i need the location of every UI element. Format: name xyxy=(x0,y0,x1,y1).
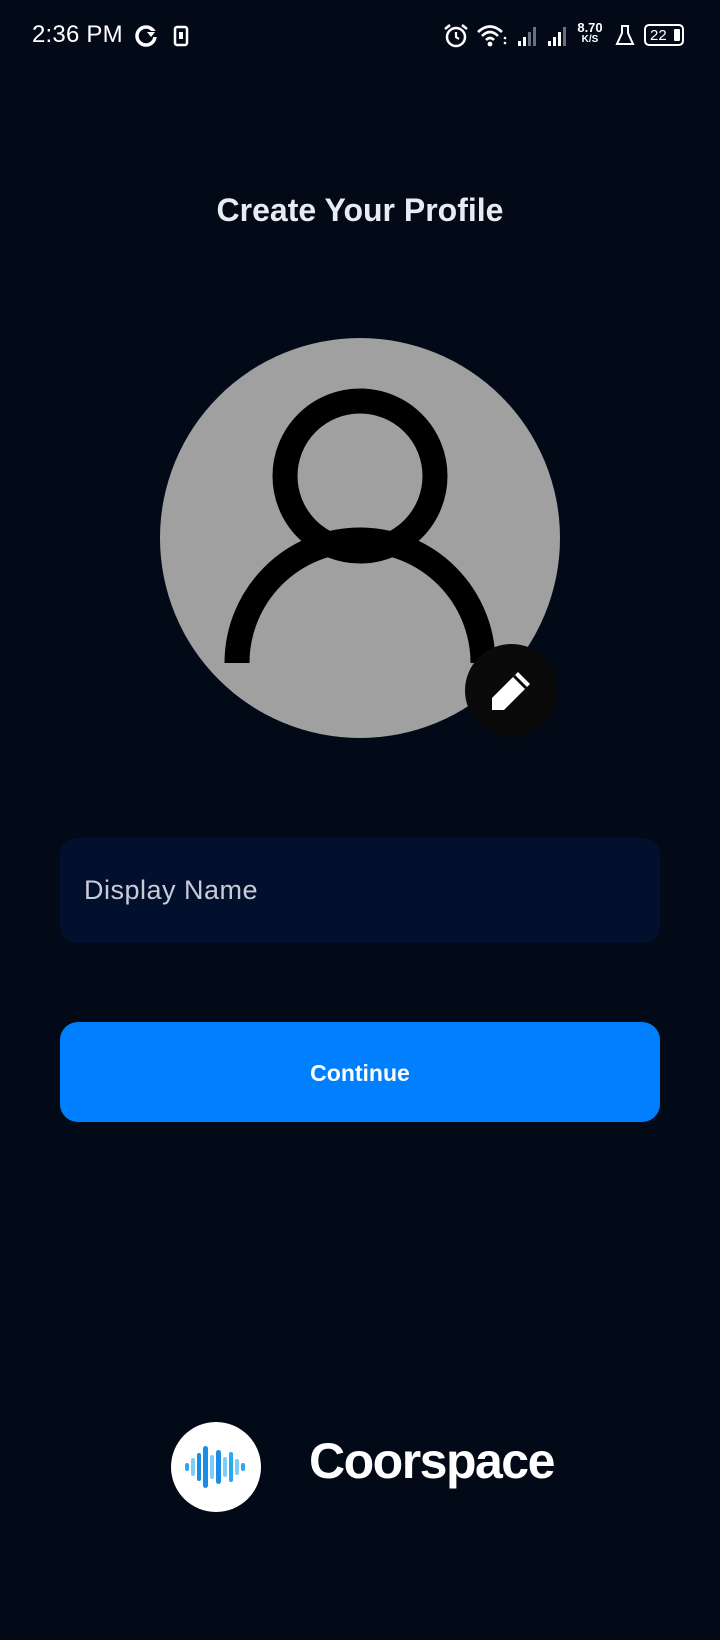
edit-avatar-button[interactable] xyxy=(465,644,558,737)
alarm-icon xyxy=(442,22,470,50)
continue-button[interactable]: Continue xyxy=(60,1022,660,1122)
network-speed-value: 8.70 xyxy=(577,20,603,35)
wifi-icon xyxy=(476,22,508,50)
battery-icon: 22 xyxy=(644,24,684,46)
battery-level: 22 xyxy=(650,27,667,44)
page-title: Create Your Profile xyxy=(216,192,504,228)
display-name-field[interactable] xyxy=(60,838,660,943)
signal-2-icon xyxy=(546,22,570,50)
brand-footer: Coorspace xyxy=(0,1422,720,1514)
sim-card-icon xyxy=(172,22,190,50)
display-name-input[interactable] xyxy=(60,838,660,943)
sound-wave-logo xyxy=(185,1446,245,1488)
brand-logo xyxy=(171,1422,261,1512)
signal-1-icon xyxy=(516,22,540,50)
sync-icon xyxy=(133,22,159,50)
brand-name: Coorspace xyxy=(309,1433,555,1489)
network-speed: 8.70 K/S xyxy=(573,20,607,46)
pencil-icon xyxy=(492,672,530,710)
network-speed-unit: K/S xyxy=(581,34,599,45)
status-time: 2:36 PM xyxy=(32,21,123,48)
status-bar: 2:36 PM 8.70 K/S 22 xyxy=(0,0,720,72)
battery-fill xyxy=(674,29,680,41)
flask-icon xyxy=(614,22,636,50)
